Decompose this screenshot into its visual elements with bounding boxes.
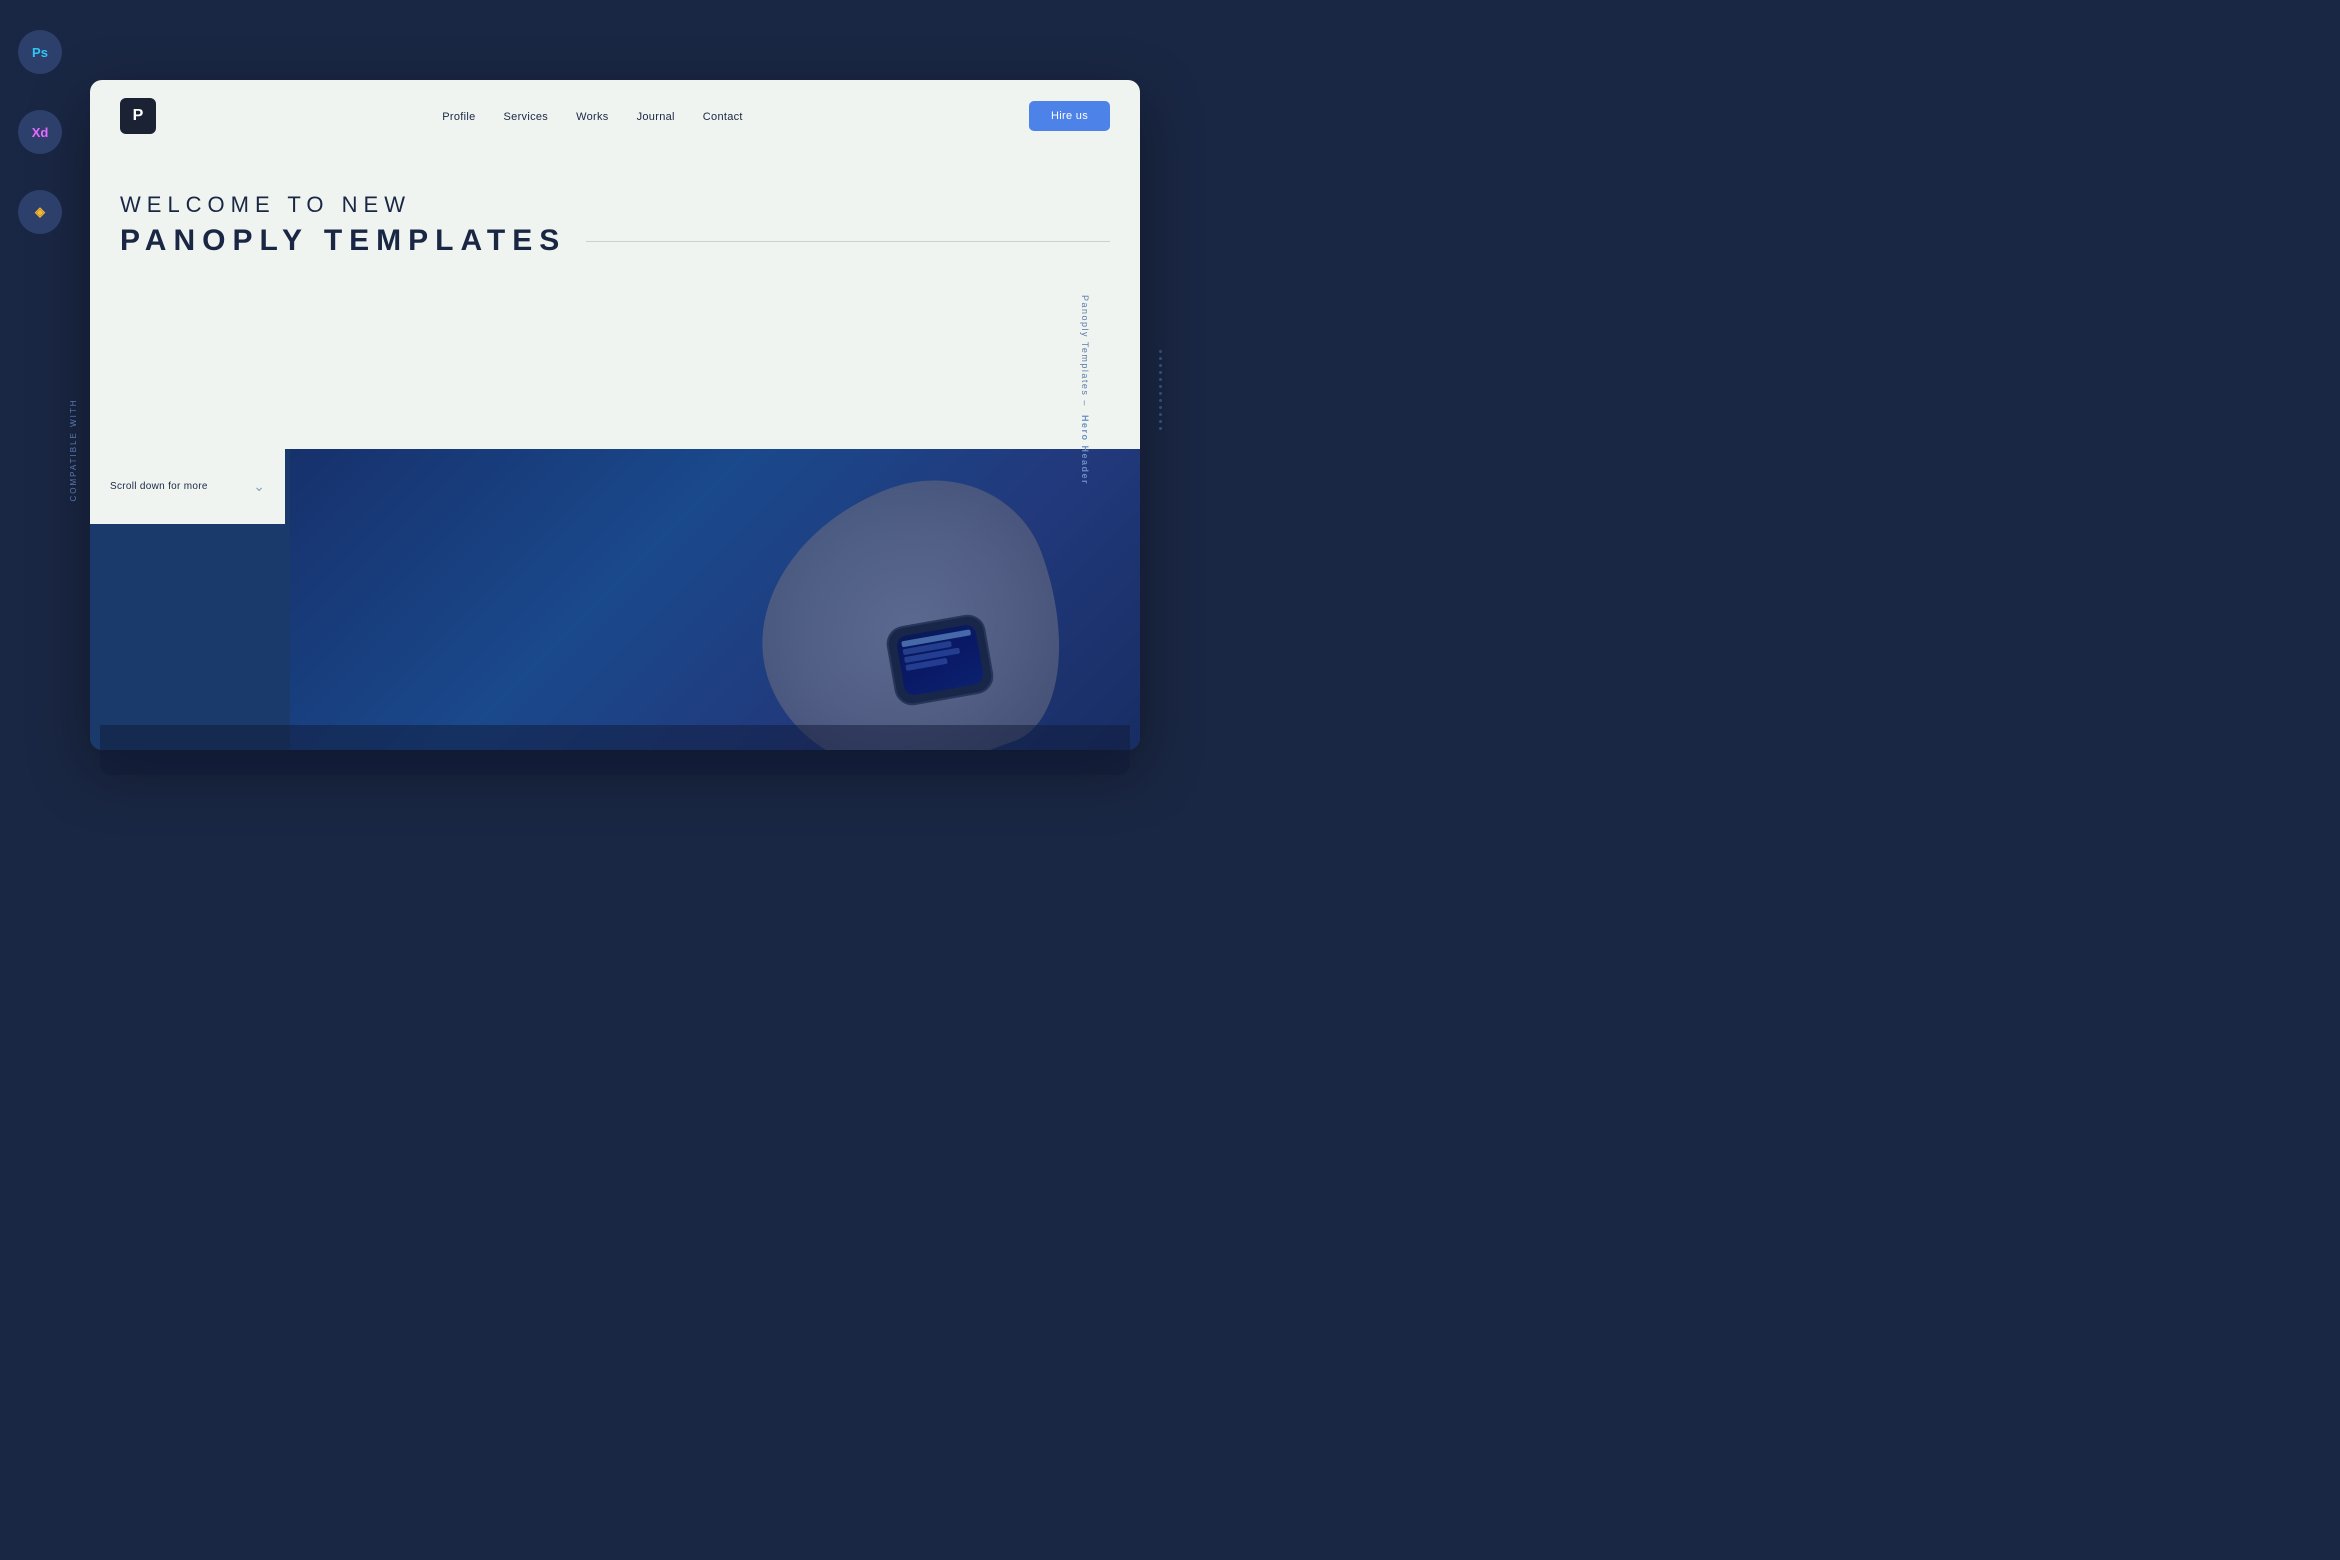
photoshop-icon[interactable]: Ps: [18, 30, 62, 74]
hero-subtitle: WELCOME TO NEW: [120, 192, 1110, 218]
smartwatch-body: [884, 612, 996, 708]
nav-link-services[interactable]: Services: [504, 111, 549, 123]
right-label-prefix: Panoply Templates –: [1080, 295, 1090, 407]
smartwatch-screen: [895, 624, 984, 697]
hero-divider-line: [586, 241, 1110, 242]
hero-title-row: PANOPLY TEMPLATES: [120, 224, 1110, 258]
chevron-down-icon: ⌄: [253, 478, 265, 495]
nav-links: Profile Services Works Journal Contact: [442, 107, 743, 125]
main-card: P Profile Services Works Journal Contact: [90, 80, 1140, 750]
nav-item-services[interactable]: Services: [504, 107, 549, 125]
card-bottom: Scroll down for more ⌄: [90, 449, 1140, 751]
scroll-box[interactable]: Scroll down for more ⌄: [90, 449, 285, 524]
compatible-label: COMPATIBLE WITH: [69, 398, 78, 501]
right-label-suffix: Hero Header: [1080, 415, 1090, 485]
dots-pattern: [1159, 350, 1162, 430]
nav-item-works[interactable]: Works: [576, 107, 608, 125]
nav-link-contact[interactable]: Contact: [703, 111, 743, 123]
scroll-text: Scroll down for more: [110, 481, 208, 492]
xd-icon[interactable]: Xd: [18, 110, 62, 154]
shadow-card: [100, 725, 1130, 775]
nav-item-journal[interactable]: Journal: [637, 107, 675, 125]
hero-text: WELCOME TO NEW PANOPLY TEMPLATES: [120, 152, 1110, 258]
nav-logo[interactable]: P: [120, 98, 156, 134]
hire-button[interactable]: Hire us: [1029, 101, 1110, 131]
watch-image-overlay: [290, 449, 1140, 751]
nav-item-profile[interactable]: Profile: [442, 107, 475, 125]
nav-link-profile[interactable]: Profile: [442, 111, 475, 123]
card-top: P Profile Services Works Journal Contact: [90, 80, 1140, 449]
nav-item-contact[interactable]: Contact: [703, 107, 743, 125]
right-label: Panoply Templates – Hero Header: [1080, 295, 1090, 485]
nav-link-journal[interactable]: Journal: [637, 111, 675, 123]
sketch-icon[interactable]: ◈: [18, 190, 62, 234]
ps-label: Ps: [32, 45, 48, 60]
xd-label: Xd: [32, 125, 49, 140]
hero-title: PANOPLY TEMPLATES: [120, 224, 566, 258]
navbar: P Profile Services Works Journal Contact: [120, 80, 1110, 152]
nav-link-works[interactable]: Works: [576, 111, 608, 123]
sidebar: Ps Xd ◈ COMPATIBLE WITH: [0, 0, 80, 780]
watch-scene: [290, 449, 1140, 751]
sk-label: ◈: [35, 204, 45, 220]
